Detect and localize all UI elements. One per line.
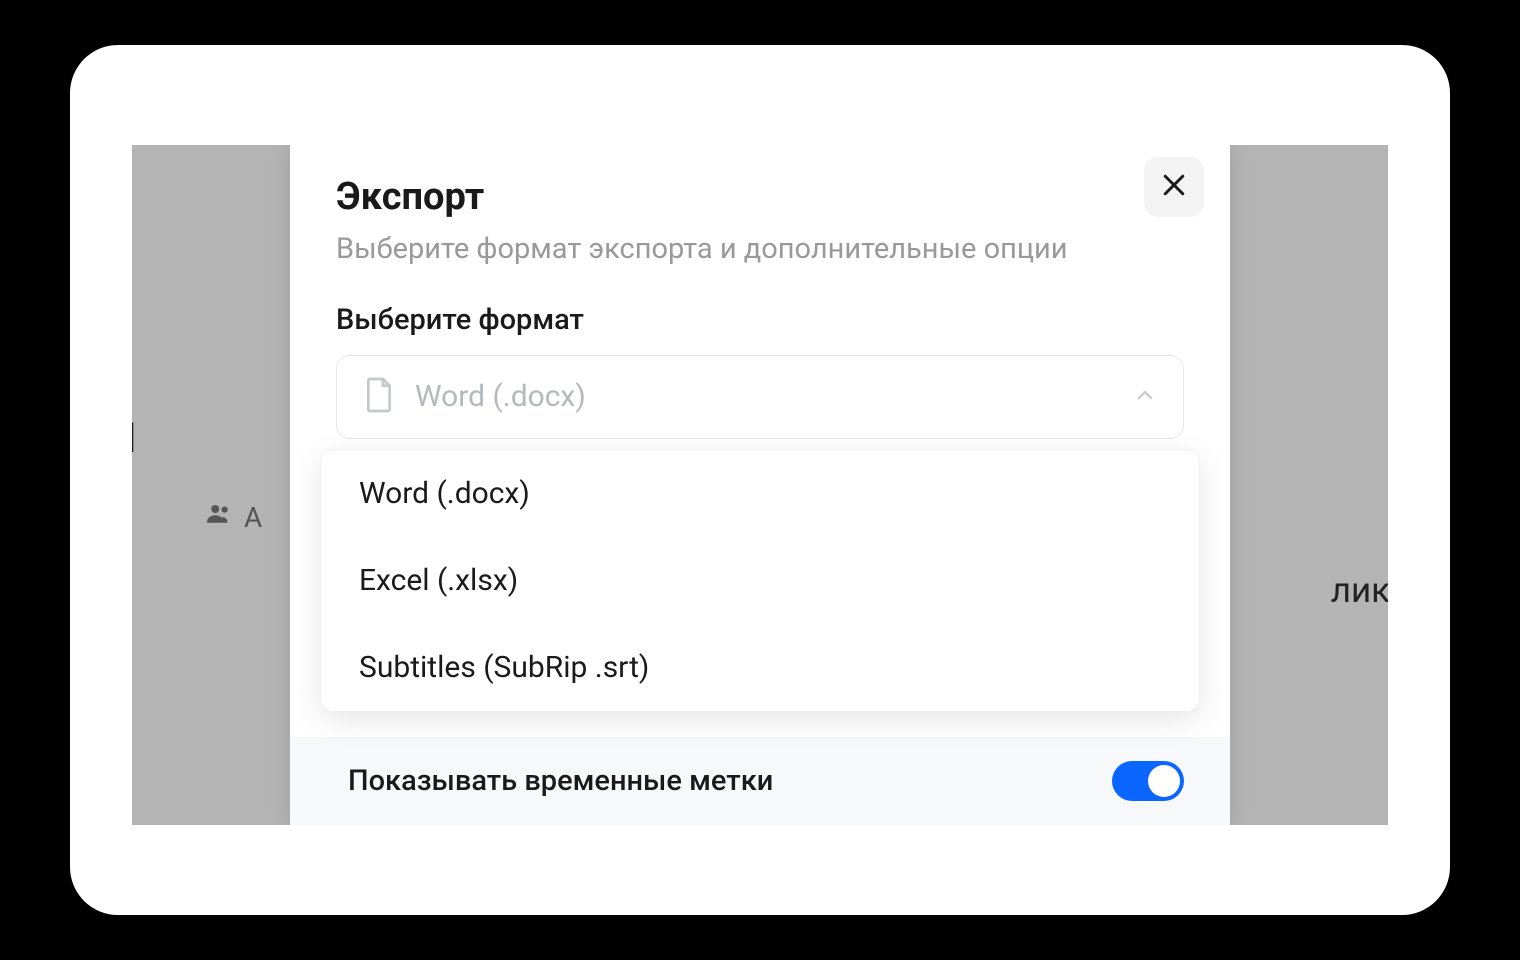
- timestamps-label: Показывать временные метки: [348, 764, 773, 798]
- format-option-docx[interactable]: Word (.docx): [321, 450, 1199, 537]
- close-button[interactable]: [1144, 157, 1204, 217]
- bg-speaker-fragment: ликер: [1331, 570, 1388, 611]
- format-label: Выберите формат: [336, 303, 1184, 337]
- bg-users-label: А: [244, 501, 262, 534]
- file-icon: [363, 376, 395, 418]
- format-option-xlsx[interactable]: Excel (.xlsx): [321, 537, 1199, 624]
- toggle-knob: [1148, 765, 1180, 797]
- modal-title: Экспорт: [336, 175, 1184, 219]
- format-section: Выберите формат Word (.docx): [290, 279, 1230, 439]
- users-icon: [204, 499, 234, 536]
- format-option-srt[interactable]: Subtitles (SubRip .srt): [321, 624, 1199, 711]
- close-icon: [1159, 170, 1189, 204]
- content-window: телы А ликер Экспорт Выберите формат экс…: [132, 145, 1388, 825]
- app-frame: телы А ликер Экспорт Выберите формат экс…: [70, 45, 1450, 915]
- timestamps-toggle[interactable]: [1112, 761, 1184, 801]
- format-dropdown: Word (.docx) Excel (.xlsx) Subtitles (Su…: [320, 449, 1200, 712]
- timestamps-row: Показывать временные метки: [290, 737, 1230, 825]
- export-modal: Экспорт Выберите формат экспорта и допол…: [290, 145, 1230, 825]
- chevron-up-icon: [1133, 383, 1157, 411]
- bg-title-fragment: телы: [132, 400, 137, 466]
- format-select[interactable]: Word (.docx): [336, 355, 1184, 439]
- modal-header: Экспорт Выберите формат экспорта и допол…: [290, 145, 1230, 279]
- modal-subtitle: Выберите формат экспорта и дополнительны…: [336, 231, 1184, 269]
- format-selected-value: Word (.docx): [415, 379, 1113, 414]
